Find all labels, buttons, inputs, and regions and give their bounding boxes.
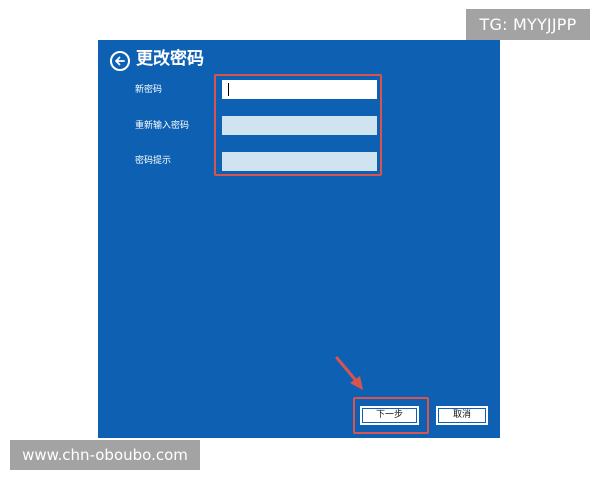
change-password-panel: 更改密码 新密码 重新输入密码 密码提示 下一步 取消 [98, 40, 500, 438]
back-arrow-circle-icon [115, 56, 125, 66]
confirm-password-label: 重新输入密码 [135, 121, 190, 131]
watermark-url: www.chn-oboubo.com [10, 440, 200, 470]
page-title: 更改密码 [136, 49, 204, 69]
cancel-button[interactable]: 取消 [436, 406, 488, 425]
watermark-tg: TG: MYYJJPP [466, 9, 590, 40]
next-button[interactable]: 下一步 [360, 406, 419, 425]
red-pointer-arrow-icon [335, 356, 363, 390]
new-password-label: 新密码 [135, 85, 163, 95]
password-hint-label: 密码提示 [135, 156, 172, 166]
back-button[interactable] [110, 51, 130, 71]
inputs-highlight-box [214, 74, 382, 176]
page: TG: MYYJJPP 更改密码 新密码 重新输入密码 密码提示 下一步 取消 … [0, 0, 600, 480]
